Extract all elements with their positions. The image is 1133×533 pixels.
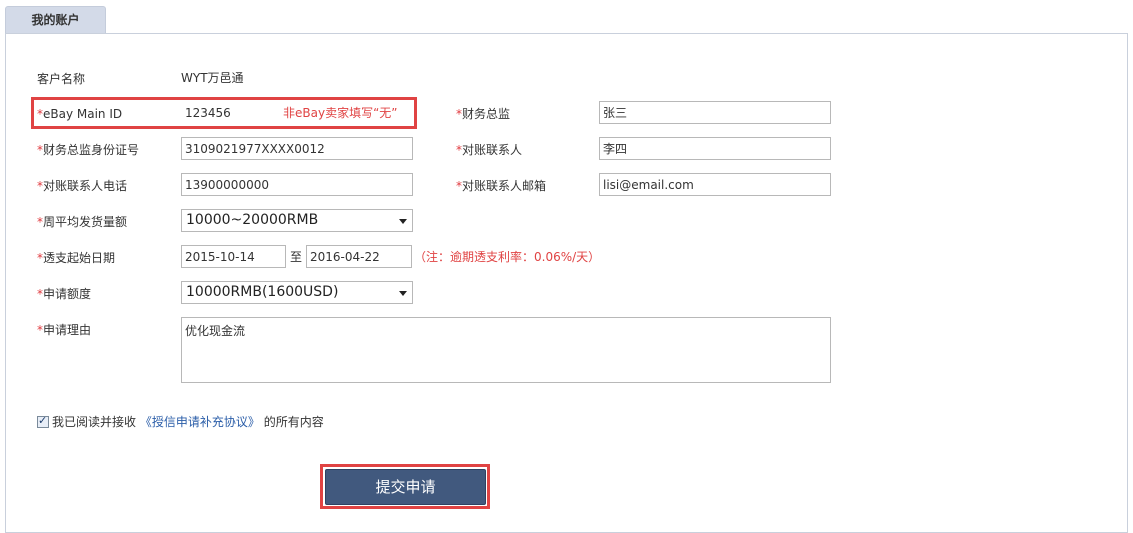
ebay-id-label: *eBay Main ID [37, 107, 123, 121]
credit-amount-label: *申请额度 [37, 287, 92, 301]
finance-director-input[interactable] [599, 101, 831, 124]
reconciliation-contact-input[interactable] [599, 137, 831, 160]
ebay-id-hint: 非eBay卖家填写“无” [283, 106, 398, 120]
overdraft-start-label: *透支起始日期 [37, 251, 116, 265]
credit-amount-select[interactable]: 10000RMB(1600USD) [181, 281, 413, 304]
overdraft-start-date-input[interactable] [181, 245, 286, 268]
submit-button[interactable]: 提交申请 [325, 469, 486, 505]
agreement-text: 我已阅读并接收 《授信申请补充协议》 的所有内容 [52, 415, 324, 429]
tab-my-account[interactable]: 我的账户 [5, 6, 106, 33]
overdraft-rate-note: （注：逾期透支利率：0.06%/天） [414, 250, 601, 264]
chevron-down-icon [399, 291, 407, 296]
finance-director-id-label: *财务总监身份证号 [37, 143, 140, 157]
customer-name-label: 客户名称 [37, 72, 86, 86]
reconciliation-email-label: *对账联系人邮箱 [456, 179, 547, 193]
customer-name-value: WYT万邑通 [181, 71, 244, 85]
reason-textarea[interactable]: 优化现金流 [181, 317, 831, 383]
date-range-separator: 至 [290, 250, 303, 264]
reconciliation-email-input[interactable] [599, 173, 831, 196]
agreement-link[interactable]: 《授信申请补充协议》 [140, 415, 260, 429]
reconciliation-phone-label: *对账联系人电话 [37, 179, 128, 193]
chevron-down-icon [399, 219, 407, 224]
weekly-shipment-value: 10000~20000RMB [186, 212, 319, 228]
weekly-shipment-select[interactable]: 10000~20000RMB [181, 209, 413, 232]
finance-director-id-input[interactable] [181, 137, 413, 160]
reason-label: *申请理由 [37, 323, 92, 337]
reconciliation-contact-label: *对账联系人 [456, 143, 523, 157]
weekly-shipment-label: *周平均发货量额 [37, 215, 128, 229]
credit-amount-value: 10000RMB(1600USD) [186, 284, 339, 300]
overdraft-end-date-input[interactable] [306, 245, 412, 268]
finance-director-label: *财务总监 [456, 107, 511, 121]
agreement-checkbox[interactable] [37, 414, 49, 428]
reconciliation-phone-input[interactable] [181, 173, 413, 196]
